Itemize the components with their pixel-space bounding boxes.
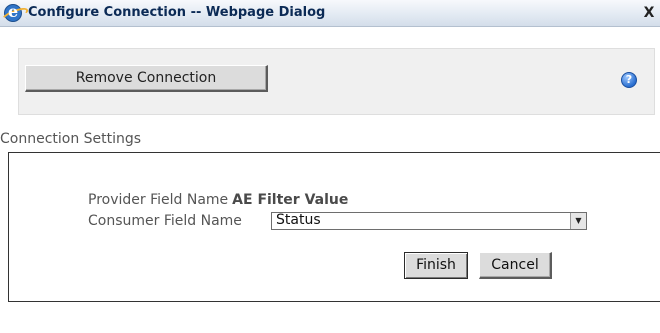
connection-settings-panel: Provider Field Name AE Filter Value Consu…	[8, 152, 660, 302]
cancel-button[interactable]: Cancel	[479, 252, 552, 279]
action-panel: Remove Connection ?	[18, 48, 655, 115]
ie-icon	[4, 2, 22, 22]
consumer-field-row: Consumer Field Name	[88, 213, 242, 229]
provider-field-row: Provider Field Name AE Filter Value	[88, 192, 348, 208]
section-heading: Connection Settings	[0, 131, 142, 147]
title-bar: Configure Connection -- Webpage Dialog X	[0, 0, 660, 27]
provider-value: AE Filter Value	[232, 192, 349, 208]
finish-button[interactable]: Finish	[404, 252, 468, 279]
consumer-select-value: Status	[276, 212, 321, 228]
help-icon[interactable]: ?	[621, 72, 637, 88]
window-title: Configure Connection -- Webpage Dialog	[28, 5, 326, 20]
consumer-label: Consumer Field Name	[88, 213, 242, 229]
close-button[interactable]: X	[640, 4, 658, 22]
remove-connection-button[interactable]: Remove Connection	[25, 65, 268, 92]
chevron-down-icon[interactable]: ▼	[570, 213, 586, 229]
provider-label: Provider Field Name	[88, 192, 229, 208]
consumer-field-select[interactable]: Status ▼	[271, 212, 587, 230]
